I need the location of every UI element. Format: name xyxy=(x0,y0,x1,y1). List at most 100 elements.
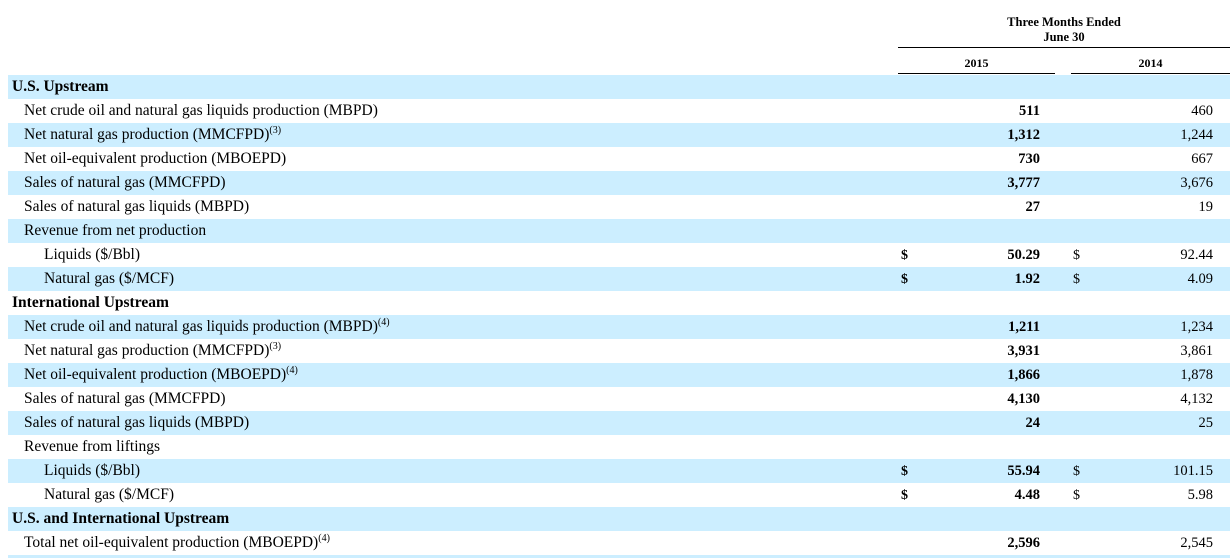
footnote-marker: (4) xyxy=(377,317,390,328)
row-label-text: Total net oil-equivalent production (MBO… xyxy=(24,534,319,551)
row-label: Total net oil-equivalent production (MBO… xyxy=(24,534,330,552)
table-row: Liquids ($/Bbl) $55.94 $101.15 xyxy=(8,459,1230,483)
row-label: Sales of natural gas (MMCFPD) xyxy=(24,390,226,408)
currency-symbol-2014: $ xyxy=(1073,488,1080,503)
row-label-text: Natural gas ($/MCF) xyxy=(44,270,175,287)
row-label: Liquids ($/Bbl) xyxy=(44,462,140,480)
value-2015: 3,777 xyxy=(1007,175,1040,191)
period-header: Three Months Ended June 30 xyxy=(898,15,1230,45)
value-2014: 3,676 xyxy=(1180,175,1213,191)
row-label-text: Sales of natural gas liquids (MBPD) xyxy=(24,198,250,215)
row-label: Liquids ($/Bbl) xyxy=(44,246,140,264)
value-2014: 4.09 xyxy=(1187,271,1213,287)
row-label-text: Net crude oil and natural gas liquids pr… xyxy=(24,102,378,119)
row-label-text: Sales of natural gas (MMCFPD) xyxy=(24,390,226,407)
value-2015: 730 xyxy=(1018,151,1040,167)
row-label: Net natural gas production (MMCFPD)(3) xyxy=(24,126,281,144)
row-label-text: U.S. and International Upstream xyxy=(12,510,230,527)
row-label: Net oil-equivalent production (MBOEPD) xyxy=(24,150,286,168)
row-label: Natural gas ($/MCF) xyxy=(44,270,174,288)
table-row: Net natural gas production (MMCFPD)(3) 1,… xyxy=(8,123,1230,147)
value-2014: 460 xyxy=(1191,103,1213,119)
table-row: Net crude oil and natural gas liquids pr… xyxy=(8,315,1230,339)
value-2014: 1,234 xyxy=(1180,319,1213,335)
row-label-text: Net natural gas production (MMCFPD) xyxy=(24,126,270,143)
value-2014: 25 xyxy=(1198,415,1214,431)
currency-symbol-2014: $ xyxy=(1073,464,1080,479)
row-label: Net natural gas production (MMCFPD)(3) xyxy=(24,342,281,360)
table-row: Revenue from liftings xyxy=(8,435,1230,459)
currency-symbol-2015: $ xyxy=(901,488,908,503)
value-2014: 92.44 xyxy=(1180,247,1213,263)
value-2015: 27 xyxy=(1025,199,1041,215)
row-label-text: Revenue from net production xyxy=(24,222,207,239)
value-2014: 3,861 xyxy=(1180,343,1213,359)
value-2014: 1,244 xyxy=(1180,127,1213,143)
footnote-marker: (4) xyxy=(286,365,298,376)
value-2014: 1,878 xyxy=(1180,367,1213,383)
table-row: Natural gas ($/MCF) $1.92 $4.09 xyxy=(8,267,1230,291)
table-row: Sales of natural gas liquids (MBPD) 24 25 xyxy=(8,411,1230,435)
period-line-2: June 30 xyxy=(1043,30,1085,44)
value-2015: 50.29 xyxy=(1007,247,1040,263)
value-2015: 1,312 xyxy=(1007,127,1040,143)
currency-symbol-2015: $ xyxy=(901,464,908,479)
table-row: Net oil-equivalent production (MBOEPD) 73… xyxy=(8,147,1230,171)
row-label-text: U.S. Upstream xyxy=(12,78,109,95)
row-label: Revenue from net production xyxy=(24,222,206,240)
currency-symbol-2014: $ xyxy=(1073,272,1080,287)
value-2014: 2,545 xyxy=(1180,535,1213,551)
value-2015: 1,211 xyxy=(1008,319,1040,335)
year-2015-underline xyxy=(898,73,1055,74)
row-label: Sales of natural gas liquids (MBPD) xyxy=(24,414,249,432)
currency-symbol-2015: $ xyxy=(901,272,908,287)
row-label-text: Net natural gas production (MMCFPD) xyxy=(24,342,270,359)
footnote-marker: (3) xyxy=(269,125,282,136)
value-2014: 101.15 xyxy=(1173,463,1213,479)
row-label-text: Net oil-equivalent production (MBOEPD) xyxy=(24,366,287,383)
value-2014: 4,132 xyxy=(1180,391,1213,407)
row-label-text: Net crude oil and natural gas liquids pr… xyxy=(24,318,378,335)
period-underline xyxy=(898,47,1230,48)
financial-table-page: Three Months Ended June 30 2015 2014 U.S… xyxy=(0,0,1230,558)
row-label-text: Net oil-equivalent production (MBOEPD) xyxy=(24,150,287,167)
value-2014: 19 xyxy=(1198,199,1214,215)
row-label-text: Revenue from liftings xyxy=(24,438,161,455)
section-title: U.S. and International Upstream xyxy=(12,510,229,528)
value-2015: 511 xyxy=(1019,103,1040,119)
row-label-text: Natural gas ($/MCF) xyxy=(44,486,175,503)
value-2015: 2,596 xyxy=(1007,535,1040,551)
row-label-text: Liquids ($/Bbl) xyxy=(44,462,141,479)
section-header-row: International Upstream xyxy=(8,291,1230,315)
table-row: Total net oil-equivalent production (MBO… xyxy=(8,531,1230,555)
section-header-row: U.S. Upstream xyxy=(8,75,1230,99)
row-label-text: Sales of natural gas liquids (MBPD) xyxy=(24,414,250,431)
value-2015: 1.92 xyxy=(1014,271,1040,287)
value-2015: 4.48 xyxy=(1014,487,1040,503)
table-row: Net oil-equivalent production (MBOEPD)(4… xyxy=(8,363,1230,387)
row-label: Net crude oil and natural gas liquids pr… xyxy=(24,102,378,120)
section-title: International Upstream xyxy=(12,294,169,312)
row-label-text: International Upstream xyxy=(12,294,169,311)
table-row: Liquids ($/Bbl) $50.29 $92.44 xyxy=(8,243,1230,267)
year-2014-underline xyxy=(1071,73,1230,74)
value-2015: 4,130 xyxy=(1007,391,1040,407)
data-table: U.S. Upstream Net crude oil and natural g… xyxy=(8,75,1230,555)
section-title: U.S. Upstream xyxy=(12,78,109,96)
table-row: Net natural gas production (MMCFPD)(3) 3,… xyxy=(8,339,1230,363)
year-2015-header: 2015 xyxy=(964,56,989,70)
value-2014: 5.98 xyxy=(1187,487,1213,503)
table-row: Revenue from net production xyxy=(8,219,1230,243)
value-2014: 667 xyxy=(1191,151,1213,167)
table-row: Natural gas ($/MCF) $4.48 $5.98 xyxy=(8,483,1230,507)
table-row: Net crude oil and natural gas liquids pr… xyxy=(8,99,1230,123)
row-label: Net crude oil and natural gas liquids pr… xyxy=(24,318,390,336)
value-2015: 3,931 xyxy=(1007,343,1040,359)
footnote-marker: (4) xyxy=(318,533,330,544)
row-label: Net oil-equivalent production (MBOEPD)(4… xyxy=(24,366,298,384)
currency-symbol-2014: $ xyxy=(1073,248,1080,263)
row-label-text: Liquids ($/Bbl) xyxy=(44,246,141,263)
section-header-row: U.S. and International Upstream xyxy=(8,507,1230,531)
row-label: Sales of natural gas (MMCFPD) xyxy=(24,174,226,192)
row-label: Revenue from liftings xyxy=(24,438,160,456)
